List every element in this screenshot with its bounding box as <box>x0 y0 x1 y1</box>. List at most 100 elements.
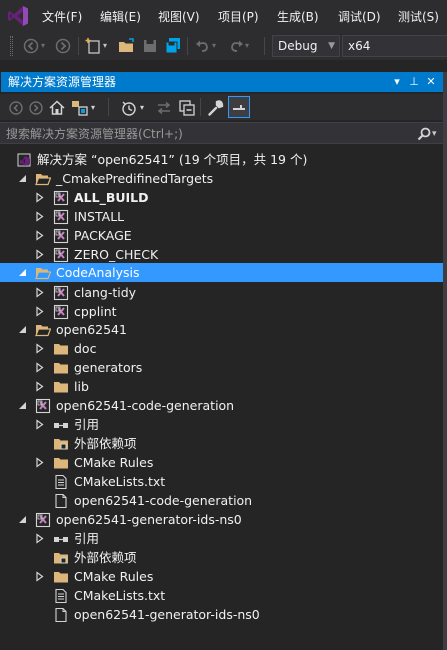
menu-debug[interactable]: 调试(D) <box>338 8 381 26</box>
collapsed-arrow-icon[interactable] <box>34 419 45 430</box>
chevron-down-icon: ▼ <box>328 41 335 51</box>
tree-row-clang-tidy[interactable]: clang-tidy <box>0 283 443 302</box>
forward-icon[interactable] <box>53 36 73 56</box>
new-project-icon[interactable] <box>84 36 104 56</box>
back-icon[interactable] <box>6 98 26 118</box>
collapsed-arrow-icon[interactable] <box>34 381 45 392</box>
collapsed-arrow-icon[interactable] <box>34 571 45 582</box>
collapsed-arrow-icon[interactable] <box>34 343 45 354</box>
configuration-select[interactable]: Debug ▼ <box>272 35 340 57</box>
tree-row-zero-check[interactable]: ZERO_CHECK <box>0 245 443 264</box>
solution-icon <box>17 153 31 167</box>
solution-explorer-titlebar[interactable]: 解决方案资源管理器 ▾ ⊥ ✕ <box>1 72 444 92</box>
forward-icon[interactable] <box>26 98 46 118</box>
search-input[interactable] <box>6 124 406 143</box>
menu-view[interactable]: 视图(V) <box>158 8 200 26</box>
tree-row-code-generation-project[interactable]: open62541-code-generation <box>0 396 443 415</box>
pending-changes-filter-icon[interactable] <box>119 98 139 118</box>
save-all-icon[interactable] <box>163 36 183 56</box>
collapsed-arrow-icon[interactable] <box>34 457 45 468</box>
tree-row-cmake-rules[interactable]: CMake Rules <box>0 567 443 586</box>
redo-dropdown-icon[interactable]: ▾ <box>245 36 253 56</box>
cmake-project-icon <box>53 247 69 263</box>
menu-bar: 文件(F) 编辑(E) 视图(V) 项目(P) 生成(B) 调试(D) 测试(S… <box>0 0 447 32</box>
tree-row-generator-ids-file[interactable]: open62541-generator-ids-ns0 <box>0 605 443 624</box>
toolbar-grip[interactable] <box>10 36 13 56</box>
tree-row-references[interactable]: 引用 <box>0 529 443 548</box>
back-dropdown-icon[interactable]: ▾ <box>41 36 49 56</box>
menu-project[interactable]: 项目(P) <box>218 8 259 26</box>
collapsed-arrow-icon[interactable] <box>34 287 45 298</box>
tree-row-cpplint[interactable]: cpplint <box>0 302 443 321</box>
sync-with-active-document-icon[interactable] <box>154 98 174 118</box>
search-icon[interactable] <box>416 126 432 142</box>
tree-row-generator-ids-project[interactable]: open62541-generator-ids-ns0 <box>0 510 443 529</box>
tree-row-package[interactable]: PACKAGE <box>0 226 443 245</box>
tree-row-code-generation-file[interactable]: open62541-code-generation <box>0 491 443 510</box>
expanded-arrow-icon[interactable] <box>17 400 28 411</box>
collapsed-arrow-icon[interactable] <box>34 192 45 203</box>
window-position-icon[interactable]: ▾ <box>389 74 405 90</box>
platform-select[interactable]: x64 <box>342 35 447 57</box>
undo-icon[interactable] <box>193 36 213 56</box>
expanded-arrow-icon[interactable] <box>17 514 28 525</box>
tree-row-open62541-folder[interactable]: open62541 <box>0 320 443 339</box>
tree-row-solution[interactable]: 解决方案 “open62541” (19 个项目，共 19 个) <box>0 150 443 169</box>
file-label: CMakeLists.txt <box>74 588 166 603</box>
tree-row-lib[interactable]: lib <box>0 377 443 396</box>
expanded-arrow-icon[interactable] <box>17 173 28 184</box>
folder-label: lib <box>74 379 89 394</box>
menu-test[interactable]: 测试(S) <box>398 8 439 26</box>
visual-studio-logo-icon[interactable] <box>6 4 30 28</box>
tree-row-cmakelists[interactable]: CMakeLists.txt <box>0 586 443 605</box>
menu-build[interactable]: 生成(B) <box>277 8 319 26</box>
tree-row-install[interactable]: INSTALL <box>0 207 443 226</box>
filter-dropdown-icon[interactable]: ▾ <box>140 98 148 118</box>
collapsed-arrow-icon[interactable] <box>34 230 45 241</box>
expanded-arrow-icon[interactable] <box>17 267 28 278</box>
tree-row-external-dependencies[interactable]: 外部依赖项 <box>0 434 443 453</box>
back-icon[interactable] <box>21 36 41 56</box>
text-file-icon <box>55 588 67 604</box>
new-dropdown-icon[interactable]: ▾ <box>103 36 111 56</box>
home-icon[interactable] <box>47 98 67 118</box>
expanded-arrow-icon[interactable] <box>17 324 28 335</box>
undo-dropdown-icon[interactable]: ▾ <box>212 36 220 56</box>
file-icon <box>55 493 67 509</box>
tree-row-cmake-rules[interactable]: CMake Rules <box>0 453 443 472</box>
redo-icon[interactable] <box>226 36 246 56</box>
tree-row-all-build[interactable]: ALL_BUILD <box>0 188 443 207</box>
preview-selected-items-button[interactable] <box>228 96 250 118</box>
tree-row-external-dependencies[interactable]: 外部依赖项 <box>0 548 443 567</box>
tree-row-doc[interactable]: doc <box>0 339 443 358</box>
menu-edit[interactable]: 编辑(E) <box>100 8 141 26</box>
tree-row-predefined-targets[interactable]: _CmakePredifinedTargets <box>0 169 443 188</box>
toolbar-separator <box>264 37 265 55</box>
tree-row-generators[interactable]: generators <box>0 358 443 377</box>
collapse-all-icon[interactable] <box>177 98 197 118</box>
toolbar-separator <box>187 37 188 55</box>
tree-row-references[interactable]: 引用 <box>0 415 443 434</box>
tree-row-code-analysis[interactable]: CodeAnalysis <box>0 263 443 282</box>
save-icon[interactable] <box>140 36 160 56</box>
menu-file[interactable]: 文件(F) <box>42 8 82 26</box>
open-file-icon[interactable] <box>117 36 137 56</box>
switch-views-dropdown-icon[interactable]: ▾ <box>91 98 99 118</box>
folder-icon <box>54 572 68 583</box>
search-options-dropdown-icon[interactable]: ▾ <box>432 126 437 142</box>
collapsed-arrow-icon[interactable] <box>34 533 45 544</box>
pin-icon[interactable]: ⊥ <box>406 74 422 90</box>
collapsed-arrow-icon[interactable] <box>34 211 45 222</box>
cmake-project-icon <box>35 398 51 414</box>
close-icon[interactable]: ✕ <box>423 74 439 90</box>
properties-wrench-icon[interactable] <box>206 98 226 118</box>
references-icon <box>54 537 68 542</box>
collapsed-arrow-icon[interactable] <box>34 306 45 317</box>
platform-value: x64 <box>348 39 371 53</box>
file-label: open62541-generator-ids-ns0 <box>74 607 260 622</box>
folder-label: CMake Rules <box>74 455 154 470</box>
tree-row-cmakelists[interactable]: CMakeLists.txt <box>0 472 443 491</box>
switch-views-icon[interactable] <box>70 98 90 118</box>
collapsed-arrow-icon[interactable] <box>34 249 45 260</box>
collapsed-arrow-icon[interactable] <box>34 362 45 373</box>
